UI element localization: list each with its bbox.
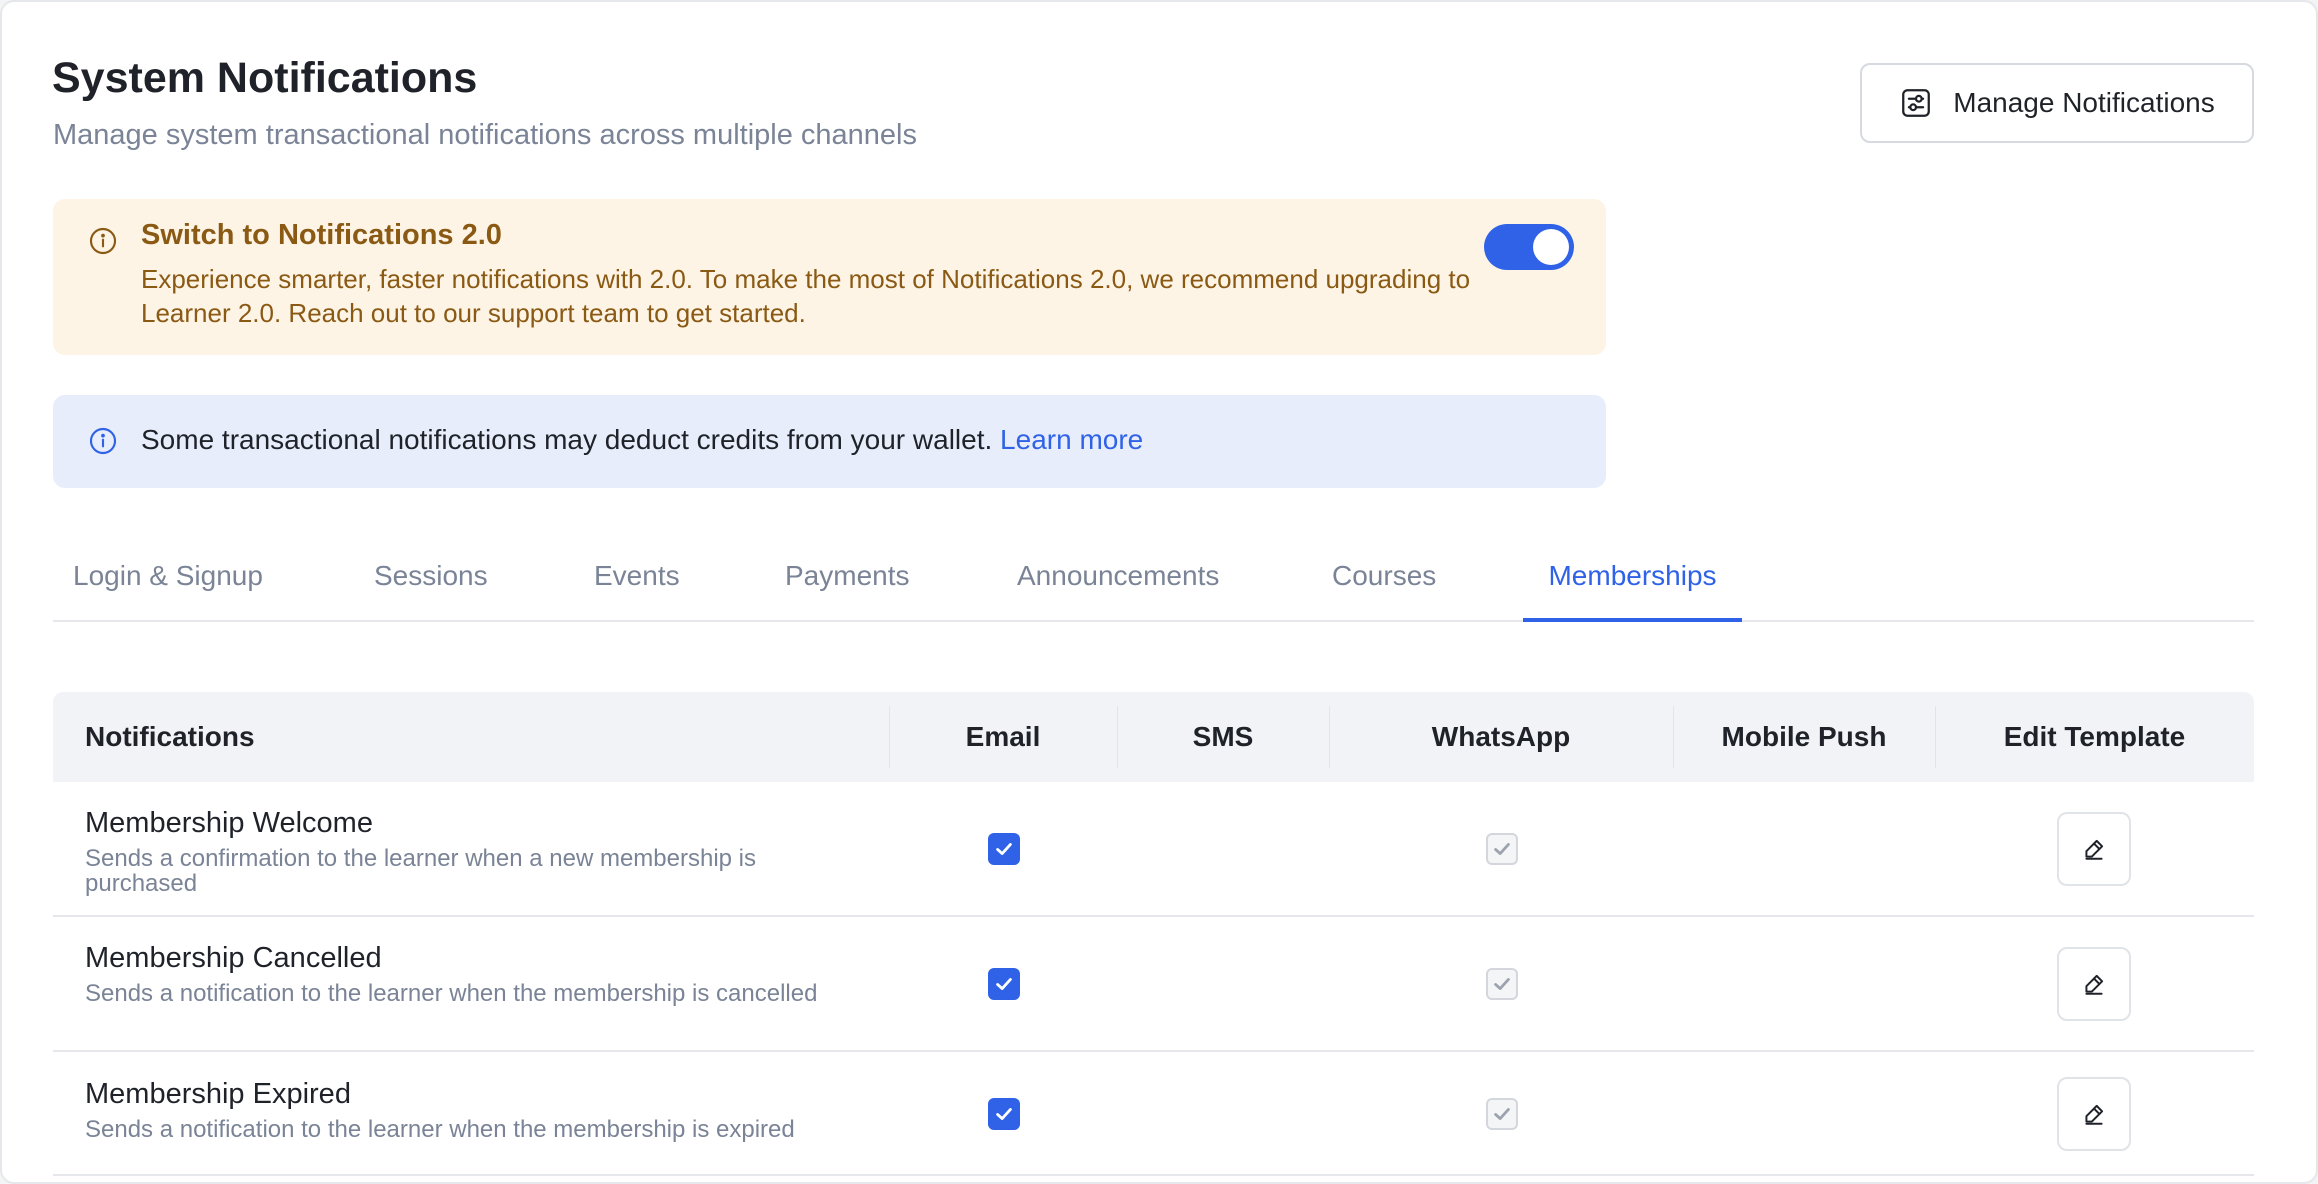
notification-name: Membership Expired [85, 1078, 351, 1110]
credits-info-text: Some transactional notifications may ded… [141, 424, 1143, 456]
category-tabs: Login & Signup Sessions Events Payments … [53, 542, 2254, 622]
sliders-icon [1902, 89, 1931, 117]
tab-courses[interactable]: Courses [1332, 542, 1436, 622]
manage-notifications-label: Manage Notifications [1953, 87, 2215, 118]
checkmark-icon [1494, 1108, 1510, 1120]
column-header-notifications: Notifications [85, 721, 255, 752]
notification-description: Sends a notification to the learner when… [85, 980, 818, 1007]
tab-sessions[interactable]: Sessions [374, 542, 488, 622]
pencil-icon [2085, 1104, 2104, 1125]
email-checkbox[interactable] [988, 1098, 1020, 1130]
pencil-icon [2085, 974, 2104, 995]
learn-more-link[interactable]: Learn more [1000, 424, 1143, 455]
notifications-2-toggle[interactable] [1484, 224, 1574, 270]
notifications-table: Notifications Email SMS WhatsApp Mobile … [53, 692, 2254, 1176]
toggle-knob [1533, 229, 1569, 265]
tab-events[interactable]: Events [594, 542, 680, 622]
column-header-whatsapp: WhatsApp [1431, 721, 1571, 752]
whatsapp-checkbox [1486, 968, 1518, 1000]
pencil-icon [2085, 839, 2104, 860]
notifications-card: System Notifications Manage system trans… [0, 0, 2318, 1184]
notification-name: Membership Cancelled [85, 942, 382, 974]
tab-label: Events [594, 560, 680, 591]
notification-name: Membership Welcome [85, 807, 373, 839]
checkmark-icon [996, 1108, 1012, 1120]
banner-body: Experience smarter, faster notifications… [141, 264, 1471, 328]
tab-label: Sessions [374, 560, 488, 591]
tab-login-signup[interactable]: Login & Signup [73, 542, 263, 622]
tab-label: Payments [785, 560, 910, 591]
tab-label: Login & Signup [73, 560, 263, 591]
edit-template-button[interactable] [2057, 947, 2131, 1021]
tab-label: Courses [1332, 560, 1437, 591]
info-circle-icon [89, 427, 117, 455]
email-checkbox[interactable] [988, 833, 1020, 865]
tab-label: Announcements [1017, 560, 1220, 591]
whatsapp-checkbox [1486, 833, 1518, 865]
checkmark-icon [1494, 978, 1510, 990]
column-header-edit-template: Edit Template [2003, 721, 2186, 752]
tab-label: Memberships [1548, 560, 1717, 591]
edit-template-button[interactable] [2057, 1077, 2131, 1151]
whatsapp-checkbox [1486, 1098, 1518, 1130]
email-checkbox[interactable] [988, 968, 1020, 1000]
table-row: Membership Welcome Sends a confirmation … [53, 782, 2254, 917]
column-header-email: Email [965, 721, 1041, 752]
credits-info-message: Some transactional notifications may ded… [141, 424, 993, 455]
checkmark-icon [1494, 843, 1510, 855]
notifications-2-banner: Switch to Notifications 2.0 Experience s… [53, 199, 1606, 355]
edit-template-button[interactable] [2057, 812, 2131, 886]
column-header-mobile-push: Mobile Push [1721, 721, 1887, 752]
tab-announcements[interactable]: Announcements [1017, 542, 1219, 622]
manage-notifications-button[interactable]: Manage Notifications [1860, 63, 2254, 143]
checkmark-icon [996, 978, 1012, 990]
table-row: Membership Expired Sends a notification … [53, 1052, 2254, 1176]
banner-title: Switch to Notifications 2.0 [141, 219, 502, 251]
credits-info-banner: Some transactional notifications may ded… [53, 395, 1606, 488]
tab-payments[interactable]: Payments [785, 542, 910, 622]
tab-memberships[interactable]: Memberships [1523, 542, 1742, 622]
notification-description: Sends a confirmation to the learner when… [85, 845, 757, 897]
page-subtitle: Manage system transactional notification… [53, 119, 917, 151]
table-header: Notifications Email SMS WhatsApp Mobile … [53, 692, 2254, 782]
table-row: Membership Cancelled Sends a notificatio… [53, 917, 2254, 1052]
checkmark-icon [996, 843, 1012, 855]
page-title: System Notifications [52, 54, 478, 102]
info-circle-icon [89, 227, 117, 255]
column-header-sms: SMS [1192, 721, 1254, 752]
notification-description: Sends a notification to the learner when… [85, 1116, 795, 1143]
